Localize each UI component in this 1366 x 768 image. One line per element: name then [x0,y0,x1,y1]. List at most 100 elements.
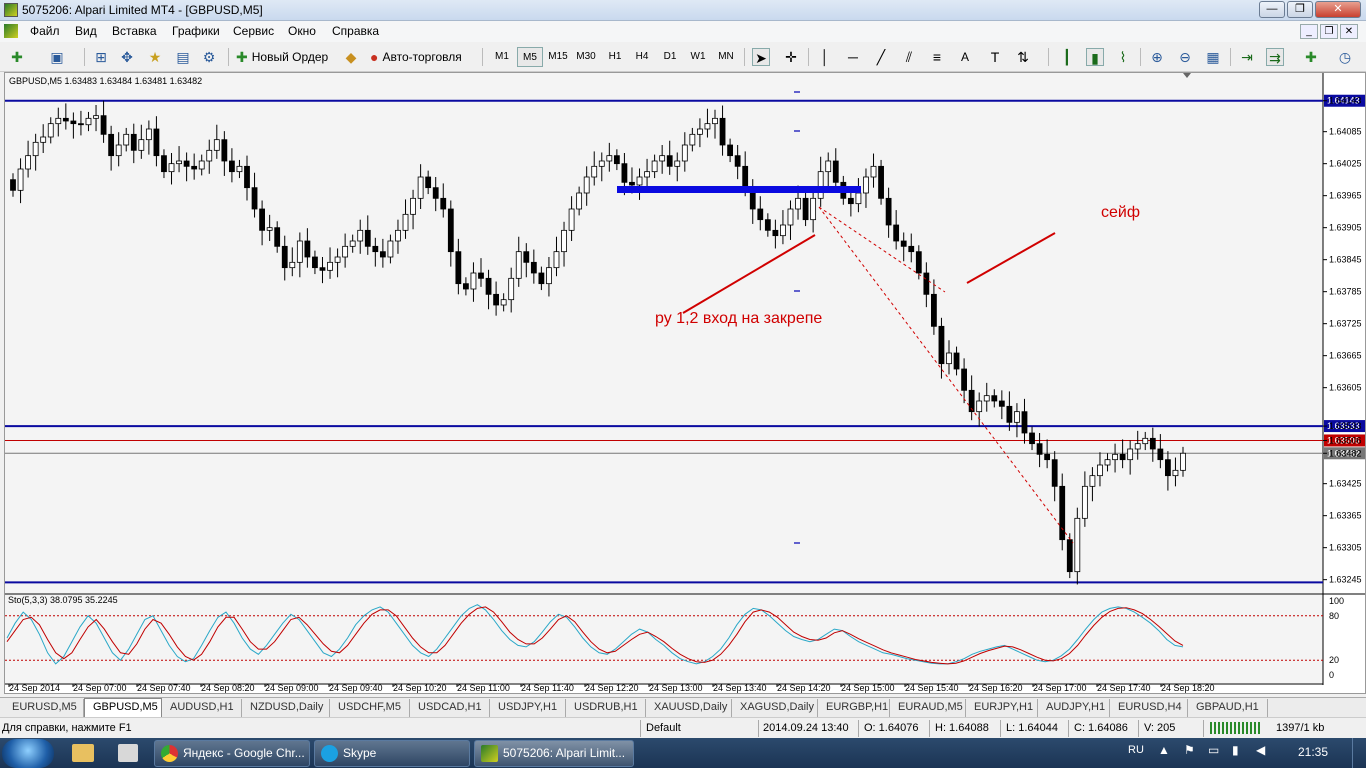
bull-candle [198,160,205,170]
new-order-button[interactable]: ✚ Новый Ордер [236,46,328,68]
fibonacci-icon[interactable]: ≡ [928,48,946,66]
arrows-icon[interactable]: ⇅ [1014,48,1032,66]
menu-insert[interactable]: Вставка [112,24,157,38]
chart-tab[interactable]: EURUSD,M5 [4,699,84,717]
menu-tools[interactable]: Сервис [233,24,274,38]
status-profile[interactable]: Default [646,722,681,734]
tray-display-icon[interactable]: ▭ [1208,743,1219,757]
channel-icon[interactable]: ⫽ [900,48,918,66]
close-button[interactable]: ✕ [1315,1,1361,18]
start-button[interactable] [2,739,54,768]
chart-tab[interactable]: USDCHF,M5 [330,699,410,717]
bar-chart-icon[interactable]: ┃ [1058,48,1076,66]
stoch-axis-label: 80 [1329,611,1339,621]
show-desktop-button[interactable] [1352,738,1366,768]
timeframe-h4[interactable]: H4 [630,47,654,67]
bull-candle [206,149,213,162]
timeframe-h1[interactable]: H1 [603,47,627,67]
timeframe-m5[interactable]: M5 [517,47,543,67]
tray-flag-icon[interactable]: ⚑ [1184,743,1195,757]
chart-tab[interactable]: AUDUSD,H1 [162,699,242,717]
language-indicator[interactable]: RU [1128,744,1144,756]
bull-candle [289,261,296,269]
bull-candle [138,139,145,151]
chart-tab[interactable]: AUDJPY,H1 [1038,699,1110,717]
horizontal-line-icon[interactable]: ─ [844,48,862,66]
data-window-icon[interactable]: ✥ [118,48,136,66]
chart-shift-icon[interactable]: ⇥ [1238,48,1256,66]
chart-tab[interactable]: GBPUSD,M5 [84,698,162,717]
indicators-icon[interactable]: ✚ [1302,48,1320,66]
profiles-icon[interactable]: ▣ [48,48,66,66]
expert-advisors-icon[interactable]: ◆ [342,48,360,66]
trendline-icon[interactable]: ╱ [872,48,890,66]
menu-view[interactable]: Вид [75,24,97,38]
bear-candle [229,160,235,173]
zoom-in-icon[interactable]: ⊕ [1148,48,1166,66]
chart-canvas[interactable]: 1.641431.635331.635061.63482 1.641431.64… [5,73,1365,693]
text-label-icon[interactable]: T [986,48,1004,66]
chart-tab[interactable]: EURAUD,M5 [890,699,966,717]
chart-tab[interactable]: EURJPY,H1 [966,699,1038,717]
tray-network-icon[interactable]: ▮ [1232,743,1239,757]
periods-icon[interactable]: ◷ [1336,48,1354,66]
price-tick-label: 1.63506 [1329,435,1362,445]
tray-volume-icon[interactable]: ◀ [1256,743,1265,757]
tester-icon[interactable]: ⚙ [200,48,218,66]
bull-candle [870,165,877,178]
taskbar-chrome[interactable]: Яндекс - Google Chr... [154,740,310,767]
connection-indicator-icon[interactable] [1210,722,1260,734]
menu-file[interactable]: Файл [30,24,60,38]
chart-tab[interactable]: EURGBP,H1 [818,699,890,717]
chart-tab[interactable]: USDCAD,H1 [410,699,490,717]
mdi-minimize-button[interactable]: _ [1300,24,1318,39]
menu-window[interactable]: Окно [288,24,316,38]
vertical-line-icon[interactable]: │ [816,48,834,66]
chart-tab[interactable]: GBPAUD,H1 [1188,699,1268,717]
chart-tab[interactable]: XAUUSD,Daily [646,699,732,717]
cursor-icon[interactable]: ➤ [752,48,770,66]
maximize-button[interactable]: ❐ [1287,1,1313,18]
price-tick-label: 1.63425 [1329,479,1362,489]
text-tool-button[interactable]: A [961,46,969,68]
chart-tab[interactable]: USDJPY,H1 [490,699,566,717]
chart-tab[interactable]: XAGUSD,Daily [732,699,818,717]
mdi-restore-button[interactable]: ❐ [1320,24,1338,39]
price-tick-label: 1.63725 [1329,319,1362,329]
bull-candle [1014,411,1020,423]
timeframe-m1[interactable]: M1 [490,47,514,67]
market-watch-icon[interactable]: ⊞ [92,48,110,66]
taskbar-mt4[interactable]: 5075206: Alpari Limit... [474,740,634,767]
explorer-icon[interactable] [72,744,94,762]
terminal-icon[interactable]: ▤ [174,48,192,66]
pinned-app-icon[interactable] [118,744,138,762]
auto-trading-button[interactable]: ● Авто-торговля [370,46,462,68]
navigator-icon[interactable]: ★ [146,48,164,66]
bear-candle [621,163,628,183]
mdi-close-button[interactable]: ✕ [1340,24,1358,39]
chart-tab[interactable]: NZDUSD,Daily [242,699,330,717]
new-chart-icon[interactable]: ✚ [8,48,26,66]
chart-tab[interactable]: EURUSD,H4 [1110,699,1188,717]
tray-arrow-icon[interactable]: ▲ [1158,743,1170,757]
autoscroll-icon[interactable]: ⇉ [1266,48,1284,66]
line-chart-icon[interactable]: ⌇ [1114,48,1132,66]
chart-tab[interactable]: USDRUB,H1 [566,699,646,717]
clock[interactable]: 21:35 [1298,745,1328,759]
tile-windows-icon[interactable]: ▦ [1204,48,1222,66]
chart-icon[interactable] [4,24,18,38]
zoom-out-icon[interactable]: ⊖ [1176,48,1194,66]
menu-help[interactable]: Справка [332,24,379,38]
candlestick-icon[interactable]: ▮ [1086,48,1104,66]
timeframe-m15[interactable]: M15 [545,47,571,67]
chart-window[interactable]: 1.64143 1.63533 1.63506 1.63482 1.64143 1.64… [4,72,1366,694]
taskbar-skype[interactable]: Skype [314,740,470,767]
minimize-button[interactable]: — [1259,1,1285,18]
bear-candle [1029,432,1035,445]
timeframe-w1[interactable]: W1 [686,47,710,67]
timeframe-m30[interactable]: M30 [573,47,599,67]
timeframe-mn[interactable]: MN [713,47,739,67]
timeframe-d1[interactable]: D1 [658,47,682,67]
menu-charts[interactable]: Графики [172,24,220,38]
crosshair-icon[interactable]: ✛ [782,48,800,66]
